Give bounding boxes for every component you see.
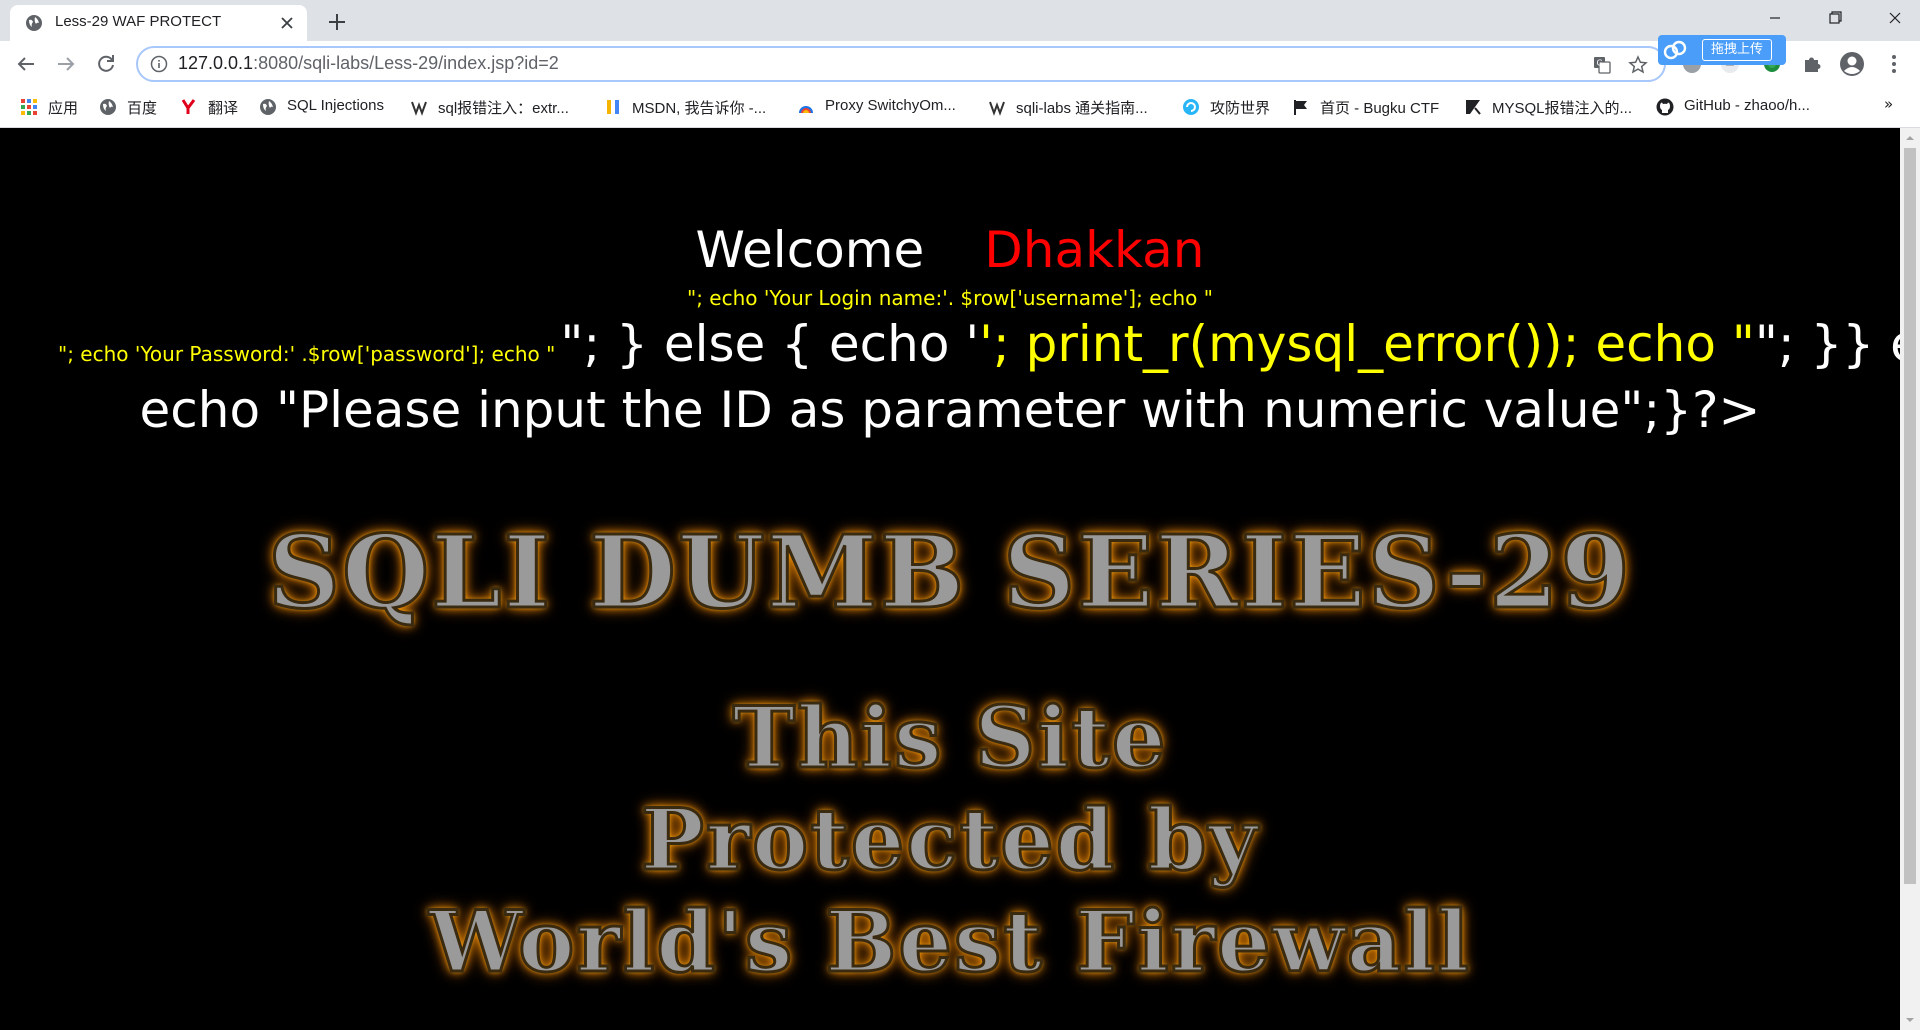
- code-fragment-error: '; print_r(mysql_error()); echo ": [979, 315, 1755, 373]
- url-host: 127.0.0.1: [178, 53, 254, 73]
- scroll-down-arrow-icon[interactable]: [1904, 1014, 1916, 1026]
- back-arrow-icon[interactable]: [12, 50, 40, 78]
- php-source-line-2: echo "Please input the ID as parameter w…: [139, 381, 1761, 439]
- address-bar[interactable]: 127.0.0.1:8080/sqli-labs/Less-29/index.j…: [136, 46, 1666, 82]
- reload-icon[interactable]: [92, 50, 120, 78]
- bookmark-label: 应用: [48, 100, 79, 117]
- adworld-icon: [1183, 99, 1199, 115]
- svg-text:G: G: [1597, 59, 1603, 68]
- vertical-scrollbar[interactable]: [1900, 128, 1920, 1030]
- bookmark-label: 攻防世界: [1210, 100, 1271, 117]
- welcome-text: Welcome: [695, 221, 925, 279]
- bookmark-label: MYSQL报错注入的...: [1492, 100, 1633, 117]
- bookmark-label: Proxy SwitchyOm...: [825, 97, 956, 114]
- msdn-icon: [607, 100, 619, 114]
- profile-avatar-icon[interactable]: [1838, 50, 1866, 78]
- series-title-image: SQLI DUMB SERIES-29: [266, 512, 1633, 633]
- apps-grid-icon: [21, 99, 37, 115]
- code-fragment-end: "; }} else {: [1754, 315, 1900, 373]
- php-source-line: "; echo 'Your Password:' .$row['password…: [58, 312, 1900, 388]
- bookmarks-overflow-chevron-icon[interactable]: »: [1884, 95, 1893, 113]
- bookmark-label: 百度: [127, 100, 158, 117]
- scroll-up-arrow-icon[interactable]: [1904, 132, 1916, 144]
- translate-icon[interactable]: G: [1592, 55, 1612, 75]
- bookmark-label: sql报错注入：extr...: [438, 100, 569, 117]
- page-content: Welcome Dhakkan "; echo 'Your Login name:…: [0, 128, 1900, 1030]
- extensions-puzzle-icon[interactable]: [1798, 50, 1826, 78]
- protected-banner-line-1: This Site: [731, 687, 1168, 789]
- tab-title: Less-29 WAF PROTECT: [55, 13, 222, 30]
- url-text[interactable]: 127.0.0.1:8080/sqli-labs/Less-29/index.j…: [178, 53, 559, 74]
- forward-arrow-icon[interactable]: [52, 50, 80, 78]
- cloud-upload-badge[interactable]: 拖拽上传: [1658, 35, 1786, 65]
- flag-icon: [1294, 100, 1307, 115]
- restore-window-icon[interactable]: [1812, 2, 1858, 34]
- bookmark-label: MSDN, 我告诉你 -...: [632, 100, 767, 117]
- browser-tab-active[interactable]: Less-29 WAF PROTECT: [10, 5, 307, 41]
- new-tab-plus-icon[interactable]: [323, 8, 351, 36]
- bookmark-site-icon: [411, 101, 427, 116]
- close-icon[interactable]: [278, 14, 296, 32]
- protected-banner-line-2: Protected by: [639, 789, 1260, 891]
- bookmark-site-icon: [989, 101, 1005, 116]
- bookmark-site-icon: [1466, 100, 1481, 115]
- bookmarks-bar: 应用 百度 翻译 SQL Injections sql报错注入：extr... …: [0, 87, 1920, 128]
- bookmark-label: 翻译: [208, 100, 239, 117]
- cloud-icon: [1663, 40, 1687, 60]
- url-path: :8080/sqli-labs/Less-29/index.jsp?id=2: [253, 53, 559, 73]
- bookmark-star-icon[interactable]: [1628, 55, 1648, 75]
- youdao-icon: [181, 99, 196, 114]
- bookmark-label: GitHub - zhaoo/h...: [1684, 97, 1810, 114]
- protected-banner-line-3: World's Best Firewall: [427, 891, 1472, 993]
- password-code: "; echo 'Your Password:' .$row['password…: [58, 342, 556, 366]
- close-window-icon[interactable]: [1872, 2, 1918, 34]
- menu-kebab-icon[interactable]: [1880, 50, 1908, 78]
- login-name-code: "; echo 'Your Login name:'. $row['userna…: [687, 286, 1213, 310]
- globe-icon: [260, 99, 276, 115]
- minimize-icon[interactable]: [1752, 2, 1798, 34]
- toolbar: 127.0.0.1:8080/sqli-labs/Less-29/index.j…: [0, 41, 1920, 87]
- bookmark-label: 首页 - Bugku CTF: [1320, 100, 1440, 117]
- globe-icon: [100, 99, 116, 115]
- upload-badge-label: 拖拽上传: [1702, 39, 1773, 61]
- code-fragment-else: "; } else { echo ': [560, 315, 980, 373]
- bookmark-label: SQL Injections: [287, 97, 384, 114]
- bookmark-label: sqli-labs 通关指南...: [1016, 100, 1148, 117]
- github-icon: [1656, 98, 1674, 116]
- tab-strip: Less-29 WAF PROTECT: [0, 0, 1920, 41]
- browser-chrome: Less-29 WAF PROTECT 127.0.0.1:8080/sqli-…: [0, 0, 1920, 128]
- switchyomega-icon: [799, 106, 813, 113]
- info-icon[interactable]: [150, 55, 168, 73]
- scrollbar-thumb[interactable]: [1904, 148, 1916, 884]
- globe-icon: [26, 15, 42, 31]
- welcome-heading: Welcome Dhakkan: [0, 220, 1900, 280]
- username-text: Dhakkan: [984, 221, 1205, 279]
